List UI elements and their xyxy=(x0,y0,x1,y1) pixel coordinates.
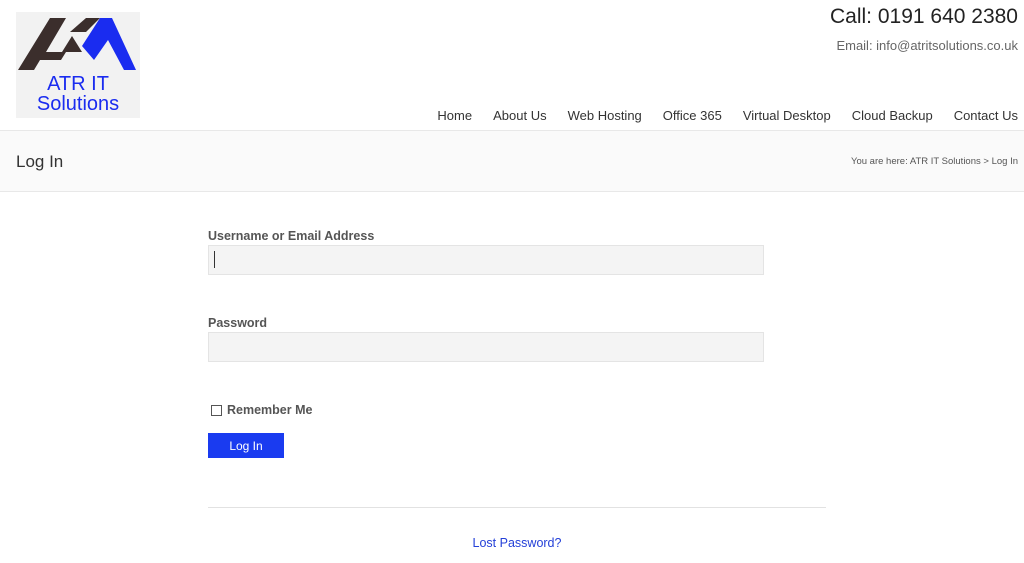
lost-password-link[interactable]: Lost Password? xyxy=(0,536,1024,550)
password-input[interactable] xyxy=(208,332,764,362)
form-divider xyxy=(208,507,826,508)
page-title: Log In xyxy=(16,152,64,171)
remember-me-label[interactable]: Remember Me xyxy=(227,403,312,417)
breadcrumb[interactable]: You are here: ATR IT Solutions > Log In xyxy=(851,156,1018,167)
page-title-bar: Log In You are here: ATR IT Solutions > … xyxy=(0,130,1024,192)
logo-mountain-icon xyxy=(18,18,136,70)
remember-me-checkbox[interactable] xyxy=(211,404,222,416)
logo[interactable]: ATR IT Solutions xyxy=(16,12,140,118)
nav-item-contact-us[interactable]: Contact Us xyxy=(954,108,1018,123)
username-input[interactable] xyxy=(208,245,764,275)
email-address[interactable]: Email: info@atritsolutions.co.uk xyxy=(836,38,1018,53)
text-caret xyxy=(214,251,215,268)
logo-text-line1: ATR IT xyxy=(47,73,109,95)
nav-item-about-us[interactable]: About Us xyxy=(493,108,546,123)
main-nav: Home About Us Web Hosting Office 365 Vir… xyxy=(437,108,1018,123)
login-button[interactable]: Log In xyxy=(208,433,284,458)
username-label: Username or Email Address xyxy=(208,229,375,243)
remember-me-row[interactable]: Remember Me xyxy=(211,403,312,417)
site-header: ATR IT Solutions Call: 0191 640 2380 Ema… xyxy=(0,0,1024,130)
nav-item-cloud-backup[interactable]: Cloud Backup xyxy=(852,108,933,123)
password-label: Password xyxy=(208,316,268,330)
nav-item-home[interactable]: Home xyxy=(437,108,472,123)
phone-number[interactable]: Call: 0191 640 2380 xyxy=(830,5,1018,29)
nav-item-web-hosting[interactable]: Web Hosting xyxy=(568,108,642,123)
logo-text-line2: Solutions xyxy=(36,93,120,115)
nav-item-office-365[interactable]: Office 365 xyxy=(663,108,722,123)
nav-item-virtual-desktop[interactable]: Virtual Desktop xyxy=(743,108,831,123)
